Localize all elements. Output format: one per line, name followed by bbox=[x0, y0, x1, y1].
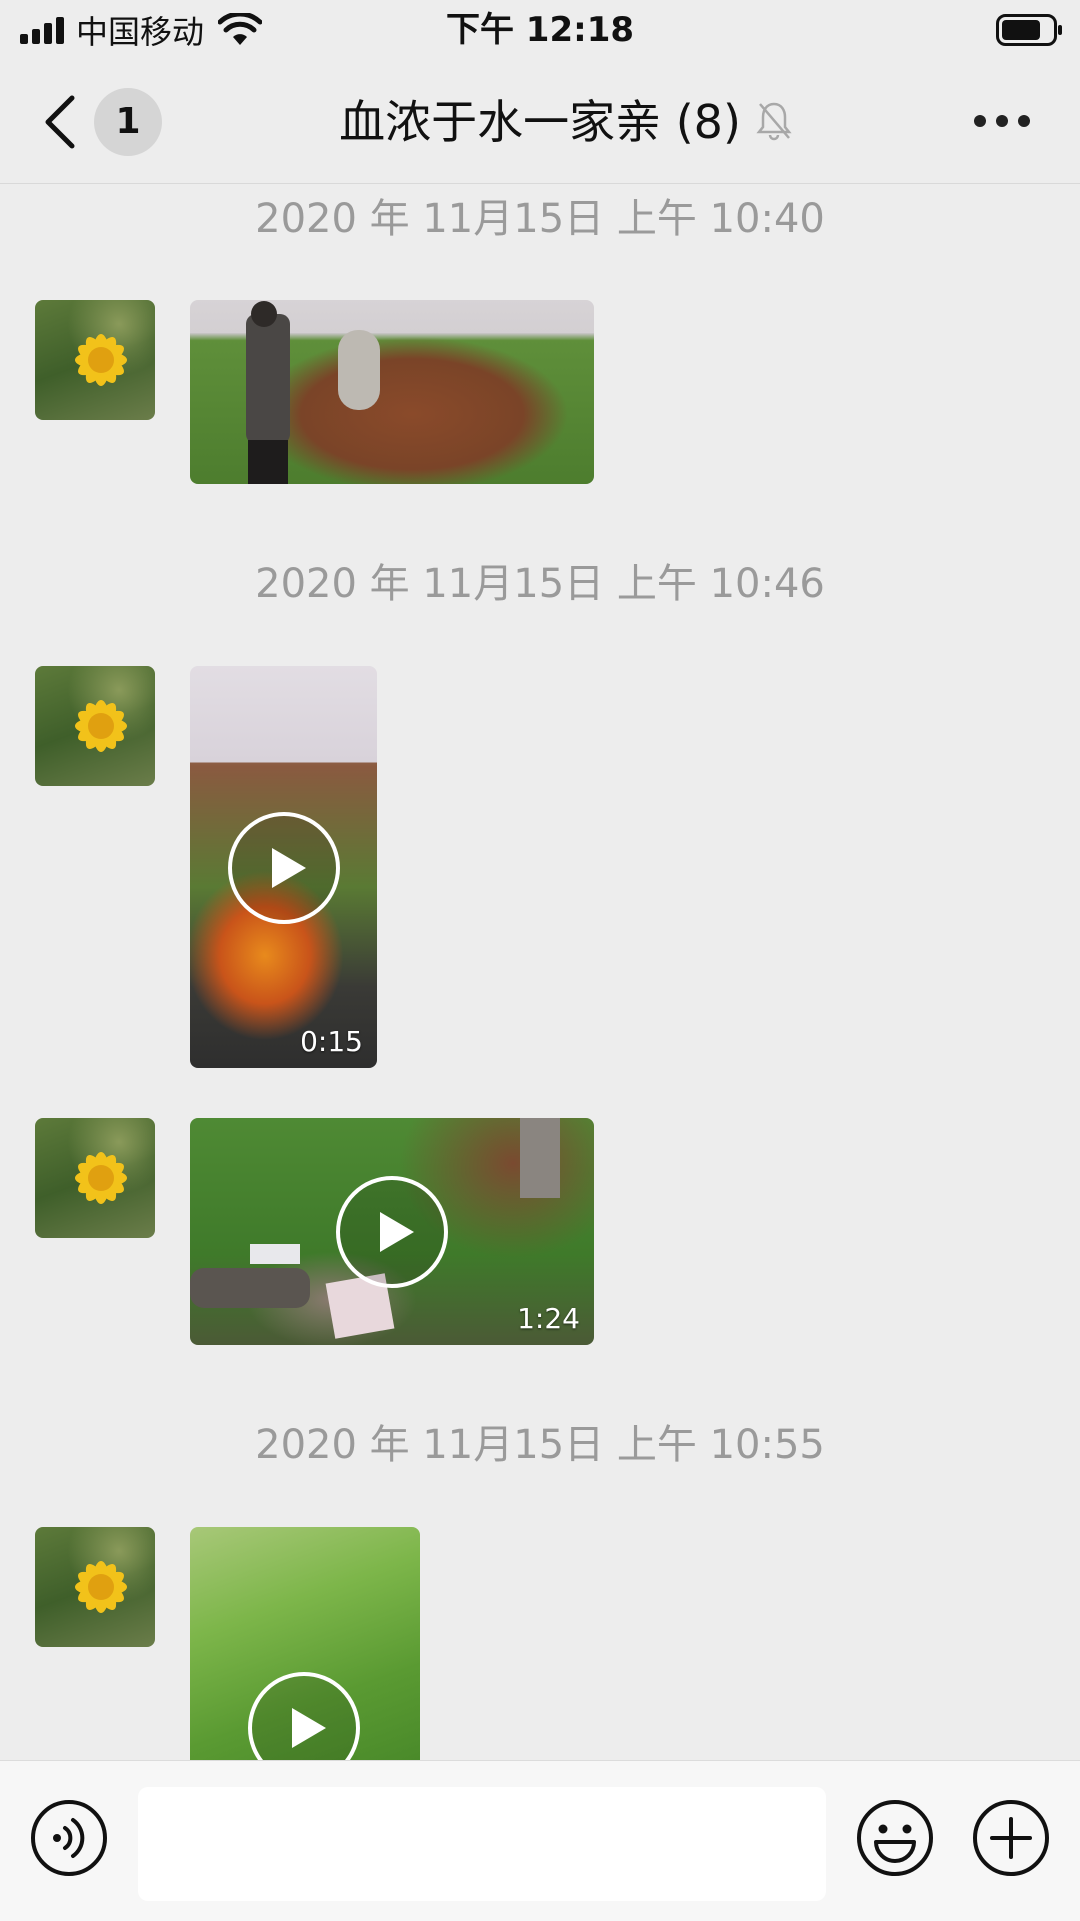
play-icon[interactable] bbox=[334, 1174, 450, 1290]
avatar[interactable] bbox=[35, 1527, 155, 1647]
avatar[interactable] bbox=[35, 300, 155, 420]
video-message[interactable]: 1:24 bbox=[190, 1118, 594, 1345]
video-message[interactable] bbox=[190, 1527, 420, 1760]
status-bar: 中国移动 下午 12:18 bbox=[0, 0, 1080, 60]
chat-title: 血浓于水一家亲 (8) bbox=[339, 95, 741, 149]
back-button[interactable] bbox=[40, 94, 80, 150]
message-input-bar bbox=[0, 1760, 1080, 1921]
unread-count-badge[interactable]: 1 bbox=[94, 88, 162, 156]
emoji-icon[interactable] bbox=[856, 1799, 934, 1877]
battery-icon bbox=[996, 14, 1062, 46]
bell-muted-icon bbox=[756, 102, 792, 141]
message-timestamp: 2020 年 11月15日 上午 10:55 bbox=[255, 1422, 825, 1468]
avatar[interactable] bbox=[35, 1118, 155, 1238]
more-options-button[interactable] bbox=[974, 106, 1030, 136]
plus-icon[interactable] bbox=[972, 1799, 1050, 1877]
status-time: 下午 12:18 bbox=[445, 10, 635, 50]
chat-header: 1 血浓于水一家亲 (8) bbox=[0, 60, 1080, 184]
voice-icon[interactable] bbox=[30, 1799, 108, 1877]
message-timestamp: 2020 年 11月15日 上午 10:40 bbox=[255, 196, 825, 242]
video-duration: 0:15 bbox=[300, 1025, 363, 1058]
message-timestamp: 2020 年 11月15日 上午 10:46 bbox=[255, 561, 825, 607]
message-input[interactable] bbox=[138, 1787, 826, 1901]
photo-message[interactable] bbox=[190, 300, 594, 484]
play-icon[interactable] bbox=[246, 1670, 362, 1760]
video-duration: 1:24 bbox=[517, 1302, 580, 1335]
play-icon[interactable] bbox=[226, 810, 342, 926]
avatar[interactable] bbox=[35, 666, 155, 786]
video-message[interactable]: 0:15 bbox=[190, 666, 377, 1068]
more-dots-icon bbox=[974, 115, 986, 127]
